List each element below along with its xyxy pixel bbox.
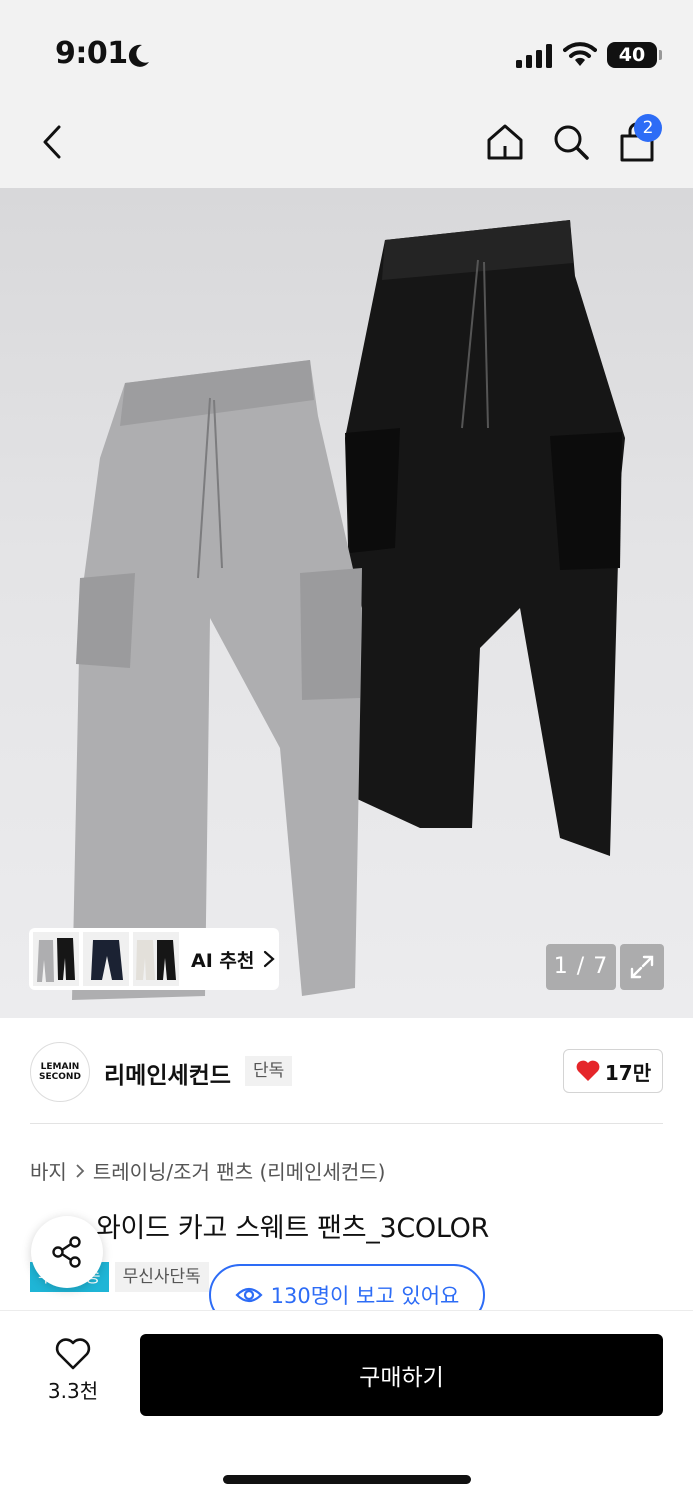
brand-row[interactable]: LEMAIN SECOND 리메인세컨드 단독 17만 <box>0 1018 693 1124</box>
status-time: 9:01 <box>55 36 128 71</box>
exclusive-tag: 단독 <box>245 1056 293 1086</box>
chevron-right-icon <box>76 1163 85 1178</box>
brand-name[interactable]: 리메인세컨드 <box>104 1056 231 1090</box>
back-button[interactable] <box>30 118 74 166</box>
buy-button[interactable]: 구매하기 <box>140 1334 663 1416</box>
breadcrumb-item-category[interactable]: 바지 <box>30 1156 67 1185</box>
cart-button[interactable]: 2 <box>614 114 662 166</box>
search-icon <box>554 125 589 160</box>
product-title: 와이드 카고 스웨트 팬츠_3COLOR <box>96 1213 490 1244</box>
ai-thumb-1 <box>33 932 79 986</box>
brand-like-count: 17만 <box>604 1060 652 1085</box>
divider <box>30 1123 663 1124</box>
chevron-left-icon <box>43 125 61 159</box>
battery-indicator: 40 <box>607 42 662 68</box>
bottom-action-bar: 3.3천 구매하기 <box>0 1310 693 1500</box>
status-bar: 9:01 40 <box>0 0 693 100</box>
breadcrumb-item-subcategory[interactable]: 트레이닝/조거 팬츠 (리메인세컨드) <box>93 1156 386 1185</box>
signal-icon <box>516 44 552 68</box>
share-icon <box>52 1236 81 1268</box>
brand-logo[interactable]: LEMAIN SECOND <box>30 1042 90 1102</box>
ai-recommend-label: AI 추천 <box>191 949 255 972</box>
home-indicator[interactable] <box>223 1475 471 1484</box>
search-button[interactable] <box>548 118 594 166</box>
heart-filled-icon <box>576 1060 600 1081</box>
product-photo <box>72 220 625 1000</box>
breadcrumb: 바지 트레이닝/조거 팬츠 (리메인세컨드) <box>30 1156 385 1185</box>
exclusive-badge: 무신사단독 <box>114 1262 209 1292</box>
ai-recommend-button[interactable]: AI 추천 <box>29 928 279 990</box>
eye-icon <box>235 1287 263 1303</box>
wishlist-button[interactable]: 3.3천 <box>30 1337 116 1417</box>
product-image-gallery[interactable]: AI 추천 1 / 7 <box>0 188 693 1018</box>
wishlist-count: 3.3천 <box>47 1379 99 1403</box>
cart-count-badge: 2 <box>634 114 662 142</box>
ai-thumb-3 <box>133 932 179 986</box>
live-viewers-text: 130명이 보고 있어요 <box>270 1284 460 1308</box>
wifi-icon <box>563 42 597 66</box>
ai-thumb-2 <box>83 932 129 986</box>
brand-like-button[interactable]: 17만 <box>563 1049 663 1093</box>
chevron-right-icon <box>264 950 276 968</box>
image-counter: 1 / 7 <box>546 944 616 990</box>
expand-icon <box>630 955 654 979</box>
heart-outline-icon <box>55 1338 91 1370</box>
moon-icon <box>128 44 149 67</box>
home-icon <box>487 124 523 160</box>
share-button[interactable] <box>31 1216 103 1288</box>
home-button[interactable] <box>482 118 528 166</box>
nav-bar: 2 <box>0 100 693 188</box>
expand-image-button[interactable] <box>620 944 664 990</box>
